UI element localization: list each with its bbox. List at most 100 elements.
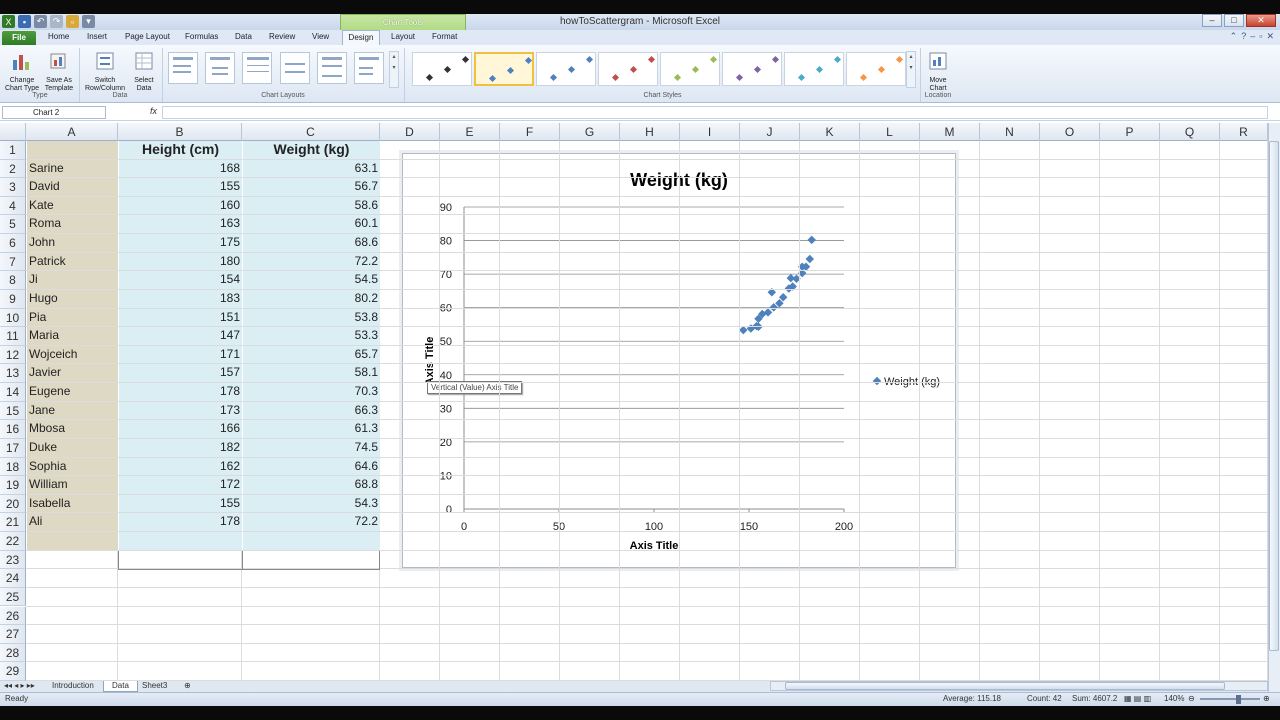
cell-height[interactable]: 162 [119,457,242,476]
row-header-28[interactable]: 28 [0,643,26,663]
cell-height[interactable]: 166 [119,420,242,438]
cell-weight[interactable]: 58.1 [243,364,380,383]
cell-name[interactable]: Duke [27,438,118,457]
row-header-27[interactable]: 27 [0,625,26,644]
cell-height[interactable]: 175 [119,234,242,252]
zoom-slider-knob[interactable] [1236,695,1241,704]
cell-name[interactable]: Javier [27,364,118,383]
row-header-24[interactable]: 24 [0,569,26,588]
header-height[interactable]: Height (cm) [119,141,242,159]
cell-weight[interactable]: 56.7 [243,178,380,196]
chart-layout-3[interactable] [242,52,272,84]
column-header-f[interactable]: F [500,123,560,141]
close-button[interactable]: ✕ [1246,14,1276,27]
row-header-16[interactable]: 16 [0,420,26,439]
chart-layout-4[interactable] [280,52,310,84]
cell-height[interactable]: 168 [119,159,242,178]
cell-name[interactable]: Roma [27,215,118,234]
formula-input[interactable] [162,106,1268,119]
styles-gallery-scroll[interactable]: ▴ ▾ [906,51,916,88]
row-header-11[interactable]: 11 [0,327,26,346]
view-buttons[interactable]: ▦ ▤ ▥ [1124,694,1151,703]
cell-name[interactable]: Wojceich [27,345,118,364]
row-header-21[interactable]: 21 [0,513,26,532]
cell-name[interactable]: Hugo [27,289,118,308]
column-header-q[interactable]: Q [1160,123,1220,141]
row-header-8[interactable]: 8 [0,271,26,290]
cell-name[interactable]: Ji [27,271,118,289]
cell-height[interactable]: 182 [119,438,242,457]
cell-weight[interactable]: 53.3 [243,327,380,345]
row-header-29[interactable]: 29 [0,662,26,681]
chart-layout-2[interactable] [205,52,235,84]
help-icon[interactable]: ? [1241,31,1246,42]
chart-layout-5[interactable] [317,52,347,84]
column-header-m[interactable]: M [920,123,980,141]
row-header-26[interactable]: 26 [0,606,26,626]
chart-style-8[interactable] [846,52,906,86]
cell-name[interactable]: Pia [27,308,118,327]
tab-review[interactable]: Review [269,32,295,41]
cell-height[interactable]: 157 [119,364,242,383]
zoom-out-icon[interactable]: ⊖ [1188,694,1195,703]
maximize-button[interactable]: □ [1224,14,1244,27]
cell-weight[interactable]: 54.3 [243,494,380,513]
tab-design[interactable]: Design [342,30,380,46]
row-header-20[interactable]: 20 [0,494,26,514]
column-header-o[interactable]: O [1040,123,1100,141]
cell-weight[interactable]: 68.8 [243,476,380,494]
cell-weight[interactable]: 80.2 [243,289,380,308]
column-header-b[interactable]: B [118,123,242,141]
cell-weight[interactable]: 54.5 [243,271,380,289]
insert-sheet-icon[interactable]: ⊕ [176,680,199,692]
tab-data[interactable]: Data [235,32,252,41]
column-header-r[interactable]: R [1220,123,1268,141]
row-header-7[interactable]: 7 [0,252,26,272]
row-header-22[interactable]: 22 [0,532,26,551]
cell-height[interactable]: 151 [119,308,242,327]
row-header-9[interactable]: 9 [0,289,26,309]
switch-row-column-button[interactable]: Switch Row/Column [82,48,128,93]
chart-style-2[interactable] [474,52,534,86]
cell-name[interactable]: Sophia [27,457,118,476]
cell-weight[interactable]: 72.2 [243,513,380,531]
column-header-a[interactable]: A [26,123,118,141]
column-header-d[interactable]: D [380,123,440,141]
row-header-2[interactable]: 2 [0,159,26,179]
workbook-restore-icon[interactable]: ▫ [1259,31,1262,42]
row-header-25[interactable]: 25 [0,587,26,607]
chart-style-1[interactable] [412,52,472,86]
cell-name[interactable]: Maria [27,327,118,345]
layouts-gallery-scroll[interactable]: ▴ ▾ [389,51,399,88]
row-header-4[interactable]: 4 [0,196,26,216]
cell-height[interactable]: 163 [119,215,242,234]
cell-height[interactable]: 178 [119,383,242,401]
chart-layout-1[interactable] [168,52,198,84]
select-all-corner[interactable] [0,123,26,141]
row-header-17[interactable]: 17 [0,438,26,458]
tab-home[interactable]: Home [48,32,69,41]
column-header-h[interactable]: H [620,123,680,141]
sheet-tab-data[interactable]: Data [103,680,138,692]
column-header-j[interactable]: J [740,123,800,141]
cell-weight[interactable]: 68.6 [243,234,380,252]
chart-style-4[interactable] [598,52,658,86]
cell-weight[interactable]: 61.3 [243,420,380,438]
zoom-in-icon[interactable]: ⊕ [1263,694,1270,703]
cell-weight[interactable]: 63.1 [243,159,380,178]
cell-c22[interactable] [243,532,380,550]
name-box[interactable]: Chart 2 [2,106,106,119]
row-header-14[interactable]: 14 [0,383,26,402]
cell-weight[interactable]: 64.6 [243,457,380,476]
zoom-slider[interactable] [1200,698,1260,700]
cell-weight[interactable]: 58.6 [243,196,380,215]
horizontal-scroll-thumb[interactable] [785,682,1225,690]
tab-format[interactable]: Format [432,32,457,41]
cell-height[interactable]: 155 [119,178,242,196]
row-header-18[interactable]: 18 [0,457,26,477]
move-chart-button[interactable]: Move Chart [924,48,952,93]
select-data-button[interactable]: Select Data [130,48,158,93]
cell-name[interactable]: Ali [27,513,118,531]
chart-layout-6[interactable] [354,52,384,84]
cell-height[interactable]: 160 [119,196,242,215]
